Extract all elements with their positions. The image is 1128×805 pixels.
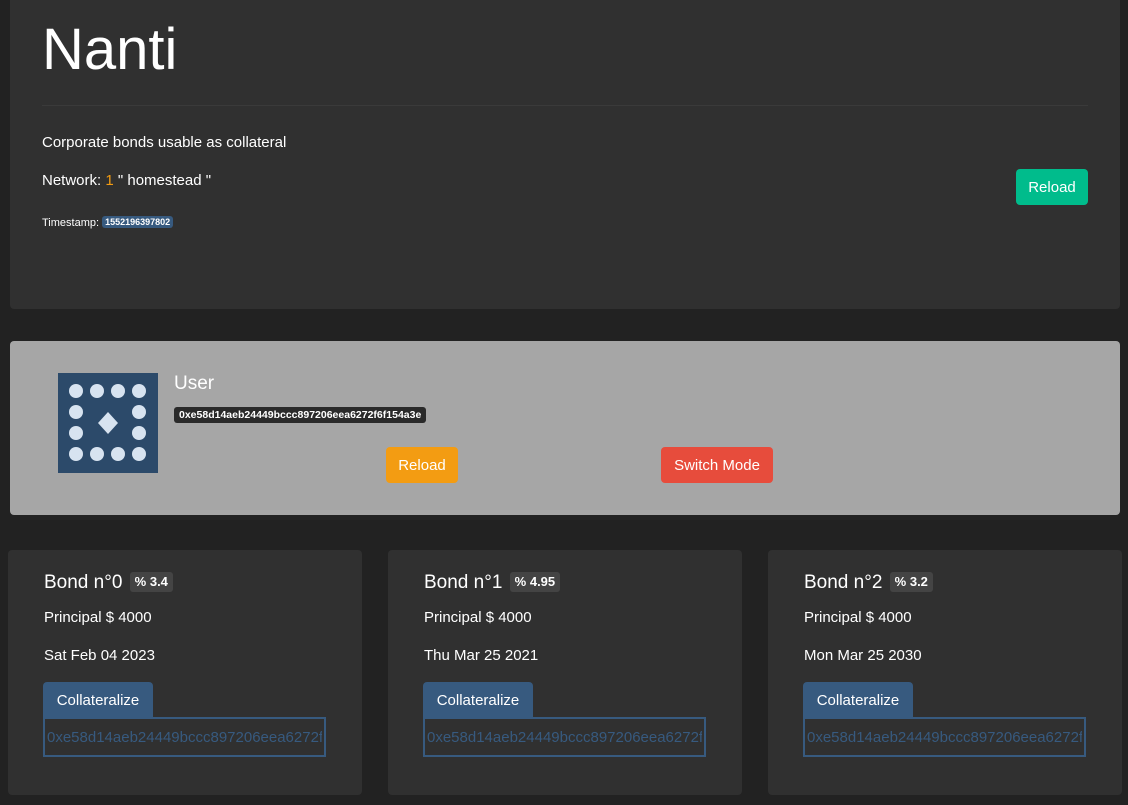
bond-card: Bond n°0 % 3.4 Principal $ 4000 Sat Feb … — [8, 550, 362, 795]
tagline: Corporate bonds usable as collateral — [42, 134, 287, 151]
header-panel: Nanti Corporate bonds usable as collater… — [10, 0, 1120, 309]
switch-mode-button[interactable]: Switch Mode — [661, 447, 773, 483]
network-name: " homestead " — [113, 172, 212, 189]
bond-principal: Principal $ 4000 — [424, 609, 532, 626]
address-input[interactable] — [803, 717, 1086, 757]
timestamp-label: Timestamp: — [42, 217, 103, 229]
network-id: 1 — [105, 172, 114, 189]
address-input[interactable] — [43, 717, 326, 757]
timestamp: Timestamp: 1552196397802 — [42, 216, 174, 230]
app-title: Nanti — [42, 17, 178, 82]
network-info: Network: 1 " homestead " — [42, 172, 211, 190]
bond-date: Mon Mar 25 2030 — [804, 647, 922, 664]
bond-date: Thu Mar 25 2021 — [424, 647, 539, 664]
user-panel: User 0xe58d14aeb24449bccc897206eea6272f6… — [10, 341, 1120, 515]
identicon-icon — [58, 373, 158, 473]
timestamp-badge: 1552196397802 — [102, 216, 174, 228]
user-address-badge: 0xe58d14aeb24449bccc897206eea6272f6f154a… — [174, 407, 427, 423]
bond-name: Bond n°2 — [804, 572, 883, 593]
bond-date: Sat Feb 04 2023 — [44, 647, 155, 664]
address-input[interactable] — [423, 717, 706, 757]
user-reload-button[interactable]: Reload — [386, 447, 458, 483]
bond-principal: Principal $ 4000 — [44, 609, 152, 626]
rate-badge: % 3.4 — [129, 572, 173, 592]
collateralize-button[interactable]: Collateralize — [803, 682, 913, 718]
header-divider — [42, 105, 1088, 106]
bond-name: Bond n°0 — [44, 572, 123, 593]
user-label: User — [174, 373, 215, 394]
collateralize-button[interactable]: Collateralize — [423, 682, 533, 718]
rate-badge: % 4.95 — [509, 572, 561, 592]
rate-badge: % 3.2 — [889, 572, 933, 592]
bond-title: Bond n°2 % 3.2 — [804, 572, 933, 594]
collateralize-button[interactable]: Collateralize — [43, 682, 153, 718]
bond-principal: Principal $ 4000 — [804, 609, 912, 626]
reload-button[interactable]: Reload — [1016, 169, 1088, 205]
bond-title: Bond n°1 % 4.95 — [424, 572, 561, 594]
bond-name: Bond n°1 — [424, 572, 503, 593]
bond-title: Bond n°0 % 3.4 — [44, 572, 173, 594]
bond-card: Bond n°1 % 4.95 Principal $ 4000 Thu Mar… — [388, 550, 742, 795]
bond-card: Bond n°2 % 3.2 Principal $ 4000 Mon Mar … — [768, 550, 1122, 795]
network-prefix: Network: — [42, 172, 106, 189]
